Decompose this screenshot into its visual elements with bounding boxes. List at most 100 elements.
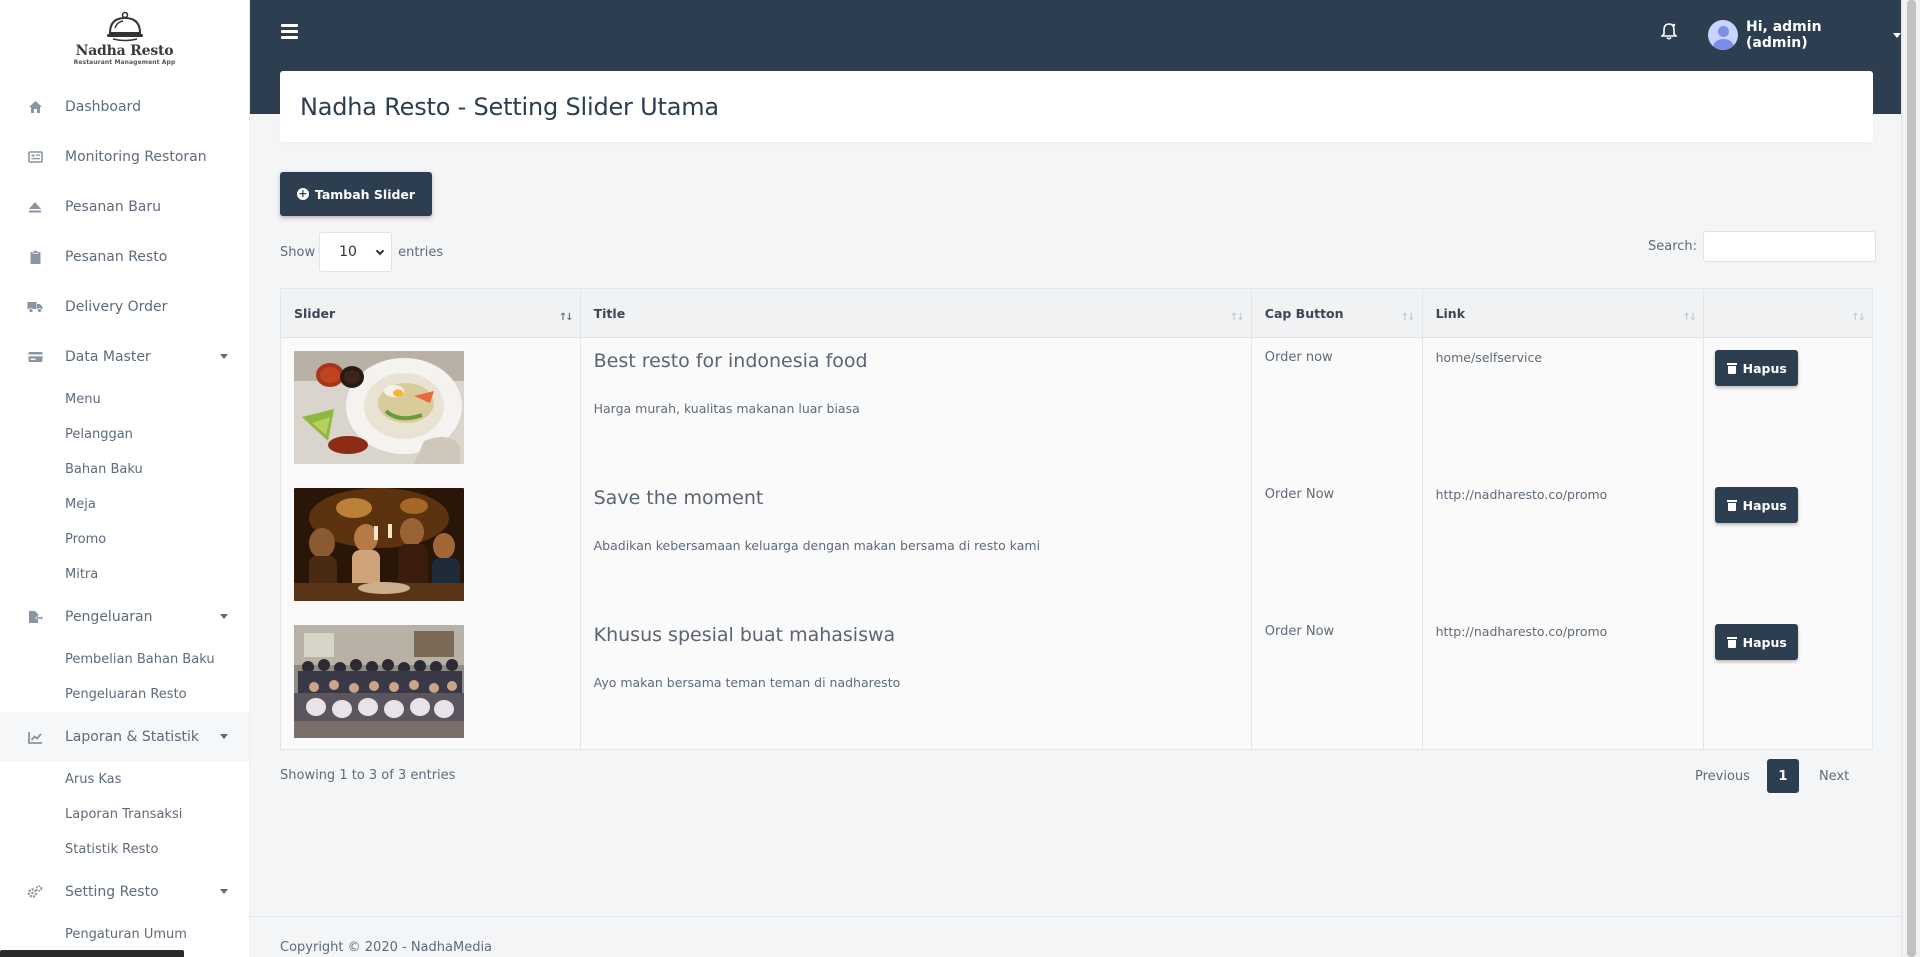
chevron-down-icon (220, 354, 228, 359)
sort-icon: ↑↓ (1230, 312, 1245, 323)
sidebar-subitem-pembelian-bahan-baku[interactable]: Pembelian Bahan Baku (65, 642, 249, 677)
column-header-action[interactable]: ↑↓ (1704, 289, 1872, 337)
sidebar-nav: Dashboard Monitoring Restoran Pesanan Ba… (0, 82, 249, 952)
sidebar-subitem-mitra[interactable]: Mitra (65, 557, 249, 592)
trash-icon (1726, 636, 1737, 648)
sidebar-item-monitoring-restoran[interactable]: Monitoring Restoran (0, 132, 249, 182)
sidebar-item-laporan-statistik[interactable]: Laporan & Statistik (0, 712, 249, 762)
cap-button-cell: Order Now (1252, 475, 1423, 612)
slider-description: Harga murah, kualitas makanan luar biasa (593, 401, 860, 416)
page-1-button[interactable]: 1 (1766, 759, 1799, 793)
column-header-title[interactable]: Title ↑↓ (581, 289, 1252, 337)
link-cell: home/selfservice (1423, 338, 1705, 475)
cap-button-cell: Order Now (1252, 612, 1423, 749)
sort-icon: ↑↓ (1400, 312, 1416, 323)
show-label: Show (280, 244, 316, 260)
sidebar-subitem-pengeluaran-resto[interactable]: Pengeluaran Resto (65, 677, 249, 712)
title-cell: Best resto for indonesia food Harga mura… (581, 338, 1252, 475)
scrollbar-thumb[interactable] (1907, 0, 1916, 957)
sidebar-item-label: Dashboard (65, 99, 141, 115)
eject-icon (27, 199, 43, 215)
sidebar-subitem-pelanggan[interactable]: Pelanggan (65, 417, 249, 452)
add-slider-button[interactable]: + Tambah Slider (280, 172, 432, 216)
page-header-card: Nadha Resto - Setting Slider Utama (280, 71, 1873, 142)
delete-button[interactable]: Hapus (1715, 624, 1799, 660)
delete-button[interactable]: Hapus (1715, 487, 1799, 523)
column-header-cap-button[interactable]: Cap Button ↑↓ (1252, 289, 1423, 337)
table-info: Showing 1 to 3 of 3 entries (280, 768, 456, 783)
sidebar-item-pengeluaran[interactable]: Pengeluaran (0, 592, 249, 642)
entries-value: 10 (339, 244, 357, 260)
sidebar-subitem-pengaturan-umum[interactable]: Pengaturan Umum (65, 917, 249, 952)
chart-line-icon (27, 729, 43, 745)
vertical-scrollbar[interactable] (1901, 0, 1920, 957)
file-export-icon (27, 609, 43, 625)
footer-copyright: Copyright © 2020 - NadhaMedia (280, 940, 493, 955)
cogs-icon (27, 884, 43, 900)
cap-button-text: Order Now (1264, 487, 1335, 502)
sidebar-subitem-laporan-transaksi[interactable]: Laporan Transaksi (65, 797, 249, 832)
search-label: Search: (1648, 239, 1698, 254)
title-cell: Save the moment Abadikan kebersamaan kel… (581, 475, 1252, 612)
slider-link: http://nadharesto.co/promo (1435, 487, 1608, 502)
sidebar-item-label: Delivery Order (65, 299, 168, 315)
user-menu[interactable]: Hi, admin (admin) (1708, 19, 1901, 51)
action-cell: Hapus (1704, 612, 1872, 749)
chevron-down-icon (220, 734, 228, 739)
action-cell: Hapus (1704, 338, 1872, 475)
column-header-link[interactable]: Link ↑↓ (1423, 289, 1705, 337)
submenu-pengeluaran: Pembelian Bahan Baku Pengeluaran Resto (0, 642, 249, 712)
sidebar-item-label: Pengeluaran (65, 609, 153, 625)
previous-page-button[interactable]: Previous (1695, 769, 1750, 784)
sidebar-subitem-bahan-baku[interactable]: Bahan Baku (65, 452, 249, 487)
delete-button[interactable]: Hapus (1715, 350, 1799, 386)
sidebar-item-dashboard[interactable]: Dashboard (0, 82, 249, 132)
search-input[interactable] (1703, 231, 1877, 262)
sidebar-subitem-meja[interactable]: Meja (65, 487, 249, 522)
sidebar-subitem-statistik-resto[interactable]: Statistik Resto (65, 832, 249, 867)
submenu-data-master: Menu Pelanggan Bahan Baku Meja Promo Mit… (0, 382, 249, 592)
sidebar-item-pesanan-baru[interactable]: Pesanan Baru (0, 182, 249, 232)
card-icon (27, 349, 43, 365)
slider-cell (281, 612, 581, 749)
table-header: Slider ↑↓ Title ↑↓ Cap Button ↑↓ Link ↑↓… (281, 289, 1872, 338)
sort-icon: ↑↓ (558, 312, 574, 323)
cap-button-text: Order now (1264, 350, 1333, 365)
page-title: Nadha Resto - Setting Slider Utama (300, 92, 719, 121)
table-row: Khusus spesial buat mahasiswa Ayo makan … (281, 612, 1872, 749)
menu-toggle-icon[interactable] (281, 24, 298, 39)
search-control: Search: (1648, 231, 1877, 262)
bell-icon[interactable] (1660, 22, 1678, 44)
sidebar-item-label: Data Master (65, 349, 151, 365)
brand-name: Nadha Resto (75, 42, 174, 59)
chevron-down-icon (220, 614, 228, 619)
sidebar-item-pesanan-resto[interactable]: Pesanan Resto (0, 232, 249, 282)
truck-icon (27, 299, 43, 315)
sidebar-subitem-arus-kas[interactable]: Arus Kas (65, 762, 249, 797)
trash-icon (1726, 362, 1737, 374)
entries-label: entries (398, 244, 444, 260)
sidebar-item-label: Monitoring Restoran (65, 149, 207, 165)
brand-logo[interactable]: Nadha Resto Restaurant Management App (0, 0, 249, 72)
column-header-label: Slider (294, 305, 336, 321)
sidebar: Nadha Resto Restaurant Management App Da… (0, 0, 250, 957)
slider-cell (281, 475, 581, 612)
sidebar-subitem-menu[interactable]: Menu (65, 382, 249, 417)
sidebar-item-setting-resto[interactable]: Setting Resto (0, 867, 249, 917)
sidebar-subitem-promo[interactable]: Promo (65, 522, 249, 557)
slider-cell (281, 338, 581, 475)
entries-select[interactable]: 10 (319, 232, 393, 272)
slider-description: Ayo makan bersama teman teman di nadhare… (593, 675, 901, 690)
sidebar-item-delivery-order[interactable]: Delivery Order (0, 282, 249, 332)
add-slider-label: Tambah Slider (314, 186, 416, 202)
column-header-slider[interactable]: Slider ↑↓ (281, 289, 581, 337)
slider-link: home/selfservice (1435, 350, 1543, 365)
sidebar-item-data-master[interactable]: Data Master (0, 332, 249, 382)
next-page-button[interactable]: Next (1819, 769, 1849, 784)
chevron-down-icon (220, 889, 228, 894)
chevron-down-icon (375, 246, 385, 256)
delete-label: Hapus (1742, 497, 1787, 513)
plus-circle-icon: + (296, 187, 309, 200)
sidebar-item-label: Pesanan Resto (65, 249, 168, 265)
delete-label: Hapus (1742, 360, 1787, 376)
